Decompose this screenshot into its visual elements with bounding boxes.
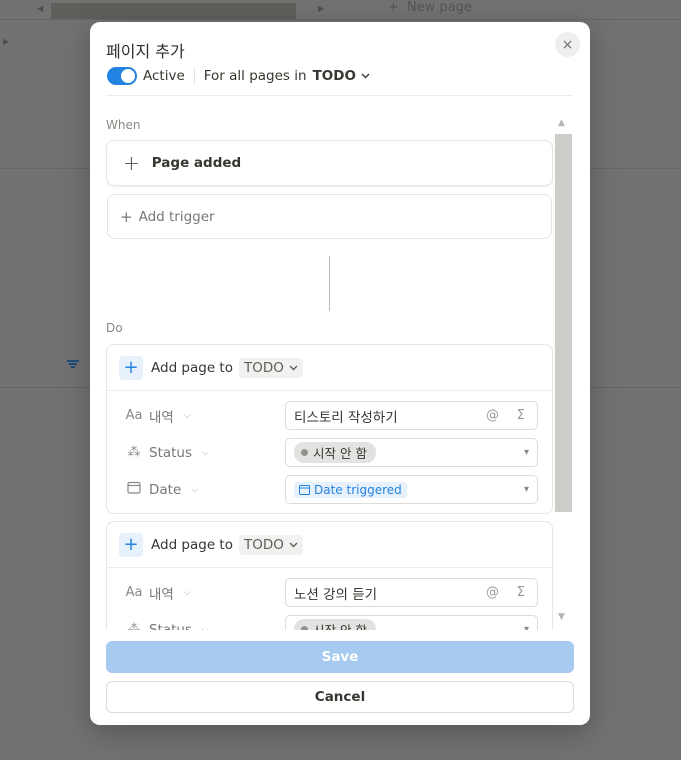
formula-icon[interactable]: Σ — [517, 585, 525, 600]
action-card: + Add page to TODO Aa 내역 ⌵ 노션 강의 듣기 @ Σ — [106, 521, 553, 630]
chevron-down-icon: ⌵ — [191, 484, 199, 495]
property-row: Aa 내역 ⌵ 노션 강의 듣기 @ Σ — [107, 574, 552, 611]
header-divider — [106, 95, 573, 96]
add-page-icon: + — [119, 532, 143, 557]
mention-icon[interactable]: @ — [486, 585, 499, 600]
property-name[interactable]: Aa 내역 ⌵ — [125, 406, 191, 426]
property-name[interactable]: ⁂ Status ⌵ — [125, 445, 209, 461]
scope-label: For all pages in — [203, 68, 307, 84]
chevron-down-icon: ▾ — [523, 484, 529, 495]
do-section-label: Do — [106, 321, 123, 335]
background-topbar: ◀ ▶ + New page — [0, 0, 681, 20]
trigger-card[interactable]: + Page added — [106, 140, 553, 186]
formula-icon[interactable]: Σ — [517, 408, 525, 423]
add-page-icon: + — [119, 355, 143, 380]
action-header[interactable]: + Add page to TODO — [107, 522, 552, 568]
property-row: Date ⌵ Date triggered ▾ — [107, 471, 552, 508]
active-label: Active — [143, 68, 185, 84]
active-toggle[interactable] — [107, 67, 137, 85]
mention-icon[interactable]: @ — [486, 408, 499, 423]
chevron-down-icon — [289, 365, 298, 370]
horizontal-scroll-thumb — [51, 3, 296, 19]
status-select[interactable]: 시작 안 함 ▾ — [285, 438, 538, 467]
date-select[interactable]: Date triggered ▾ — [285, 475, 538, 504]
new-page-button: + New page — [388, 0, 472, 15]
text-property-icon: Aa — [125, 408, 143, 423]
close-button[interactable]: × — [555, 32, 580, 57]
status-badge: 시작 안 함 — [294, 442, 376, 463]
property-name[interactable]: Date ⌵ — [125, 481, 198, 498]
automation-scroll-area: When + Page added + Add trigger Do + Add… — [106, 114, 574, 630]
property-row: ⁂ Status ⌵ 시작 안 함 ▾ — [107, 611, 552, 630]
database-dropdown[interactable]: TODO — [239, 534, 303, 555]
modal-title: 페이지 추가 — [106, 42, 185, 61]
chevron-down-icon: ⌵ — [202, 447, 209, 458]
chevron-down-icon: ⌵ — [183, 410, 191, 421]
action-header[interactable]: + Add page to TODO — [107, 345, 552, 391]
status-icon: ⁂ — [127, 622, 141, 630]
status-icon: ⁂ — [127, 445, 141, 460]
chevron-down-icon — [361, 73, 370, 79]
calendar-icon — [125, 481, 143, 498]
property-row: Aa 내역 ⌵ 티스토리 작성하기 @ Σ — [107, 397, 552, 434]
when-section-label: When — [106, 118, 141, 132]
property-name[interactable]: ⁂ Status ⌵ — [125, 622, 209, 631]
chevron-down-icon — [289, 542, 298, 547]
property-name[interactable]: Aa 내역 ⌵ — [125, 583, 191, 603]
close-icon: × — [561, 36, 574, 53]
calendar-icon — [299, 484, 310, 495]
scroll-right-arrow-icon: ▶ — [318, 4, 325, 13]
plus-icon: + — [388, 0, 399, 15]
chevron-down-icon: ▾ — [523, 624, 529, 630]
status-select[interactable]: 시작 안 함 ▾ — [285, 615, 538, 630]
status-badge: 시작 안 함 — [294, 619, 376, 630]
action-card: + Add page to TODO Aa 내역 ⌵ 티스토리 작성하기 @ Σ — [106, 344, 553, 514]
scroll-left-arrow-icon: ◀ — [37, 4, 44, 13]
flow-connector — [329, 256, 330, 311]
property-value-input[interactable]: 티스토리 작성하기 @ Σ — [285, 401, 538, 430]
chevron-down-icon: ▾ — [523, 447, 529, 458]
save-button[interactable]: Save — [106, 641, 574, 673]
status-dot-icon — [301, 626, 308, 630]
scope-database-dropdown[interactable]: TODO — [313, 68, 370, 84]
chevron-down-icon: ⌵ — [202, 624, 209, 631]
database-dropdown[interactable]: TODO — [239, 357, 303, 378]
automation-status-row: Active For all pages in TODO — [107, 67, 370, 85]
caret-right-icon: ▶ — [3, 37, 10, 46]
text-property-icon: Aa — [125, 585, 143, 600]
status-dot-icon — [301, 449, 308, 456]
separator — [193, 68, 195, 84]
date-badge: Date triggered — [294, 481, 407, 498]
add-trigger-button[interactable]: + Add trigger — [107, 194, 552, 239]
property-value-input[interactable]: 노션 강의 듣기 @ Σ — [285, 578, 538, 607]
plus-icon: + — [123, 151, 140, 175]
trigger-label: Page added — [151, 155, 242, 171]
automation-modal: 페이지 추가 × Active For all pages in TODO ▲ … — [90, 22, 590, 725]
property-row: ⁂ Status ⌵ 시작 안 함 ▾ — [107, 434, 552, 471]
plus-icon: + — [120, 207, 133, 226]
chevron-down-icon: ⌵ — [183, 587, 191, 598]
cancel-button[interactable]: Cancel — [106, 681, 574, 713]
filter-icon — [66, 359, 80, 373]
